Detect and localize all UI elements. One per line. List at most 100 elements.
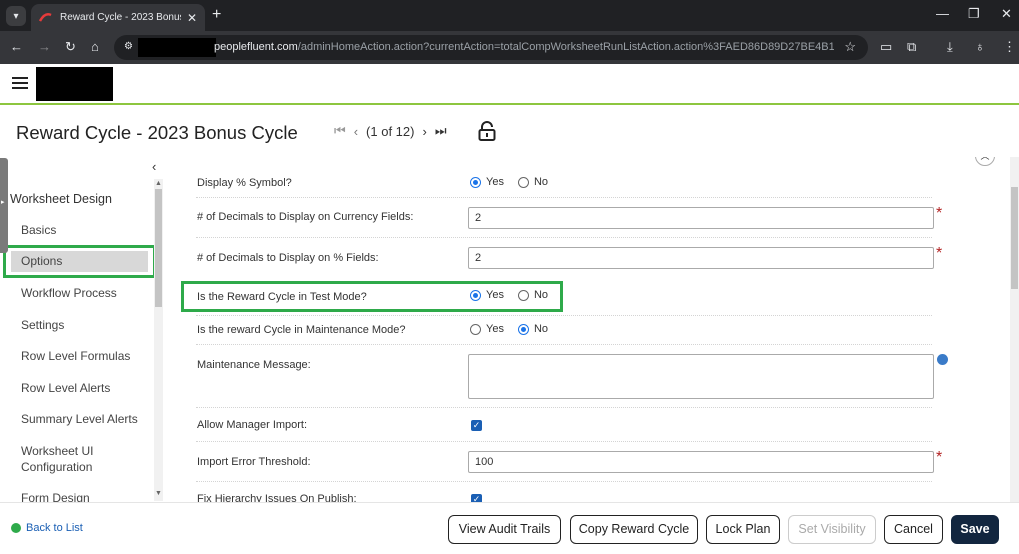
test-mode-no-radio[interactable] [517, 289, 529, 301]
next-record-icon[interactable]: › [422, 124, 426, 139]
title-bar: Reward Cycle - 2023 Bonus Cycle ⏮ ‹ (1 o… [0, 107, 1019, 157]
sidebar-item-options[interactable]: Options [21, 254, 62, 268]
address-bar[interactable]: ⚙ peoplefluent.com/adminHomeAction.actio… [114, 35, 868, 60]
sidebar-item-worksheet-ui-line2[interactable]: Configuration [21, 460, 92, 474]
browser-tabstrip: ▾ Reward Cycle - 2023 Bonus Cyc ✕ + — ❐ … [0, 0, 1019, 31]
sidebar-item-basics[interactable]: Basics [21, 223, 56, 237]
display-pct-no-radio[interactable] [517, 176, 529, 188]
redacted-block [138, 38, 216, 57]
sidebar-item-row-level-formulas[interactable]: Row Level Formulas [21, 349, 130, 363]
tab-close-icon[interactable]: ✕ [187, 11, 197, 25]
decimals-pct-input[interactable] [468, 247, 934, 269]
url-text: peoplefluent.com/adminHomeAction.action?… [214, 41, 834, 53]
sidebar-scrollbar[interactable]: ▲ ▼ [154, 179, 163, 501]
tab-search-icon[interactable]: ▾ [6, 6, 26, 26]
back-arrow-icon[interactable]: ← [10, 39, 23, 54]
sidebar-heading: Worksheet Design [10, 192, 112, 206]
required-marker: * [936, 205, 943, 222]
previous-record-icon[interactable]: ‹ [354, 124, 358, 139]
download-icon[interactable]: ⤓ [947, 39, 953, 55]
collapse-sidebar-icon[interactable]: ‹ [152, 159, 156, 174]
maintenance-message-label: Maintenance Message: [197, 359, 311, 371]
back-to-list-label: Back to List [26, 522, 83, 534]
browser-toolbar: ← → ↻ ⌂ ⚙ peoplefluent.com/adminHomeActi… [0, 31, 1019, 64]
test-mode-label: Is the Reward Cycle in Test Mode? [197, 291, 367, 303]
required-marker: * [936, 449, 943, 466]
test-mode-yes-radio[interactable] [470, 289, 481, 301]
new-tab-icon[interactable]: + [212, 6, 221, 24]
maintenance-mode-yes-label: Yes [486, 323, 504, 335]
unlock-icon[interactable] [478, 121, 496, 141]
options-form: ︿ Display % Symbol? Yes No # of Decimals… [164, 157, 1009, 502]
decimals-currency-label: # of Decimals to Display on Currency Fie… [197, 211, 414, 223]
reload-icon[interactable]: ↻ [65, 39, 76, 55]
tab-title: Reward Cycle - 2023 Bonus Cyc [60, 12, 181, 23]
sidebar-item-row-level-alerts[interactable]: Row Level Alerts [21, 381, 110, 395]
display-pct-no-label: No [533, 176, 549, 188]
close-window-icon[interactable]: ✕ [1001, 6, 1012, 22]
browser-tab[interactable]: Reward Cycle - 2023 Bonus Cyc ✕ [31, 4, 205, 31]
maintenance-mode-radios: Yes No [470, 323, 562, 335]
display-pct-yes-radio[interactable] [470, 176, 481, 188]
footer-bar: Back to List View Audit Trails Copy Rewa… [0, 502, 1019, 554]
restore-icon[interactable]: ❐ [968, 6, 980, 22]
sidebar-item-workflow-process[interactable]: Workflow Process [21, 286, 117, 300]
back-to-list-link[interactable]: Back to List [11, 522, 83, 534]
maintenance-mode-no-label: No [533, 323, 549, 335]
lock-plan-button[interactable]: Lock Plan [706, 515, 780, 544]
hamburger-menu-icon[interactable] [12, 77, 28, 89]
cancel-button[interactable]: Cancel [884, 515, 943, 544]
copy-reward-cycle-button[interactable]: Copy Reward Cycle [570, 515, 698, 544]
sidebar: ‹ Worksheet Design Basics Options Workfl… [0, 157, 164, 505]
logo [36, 67, 113, 101]
view-audit-trails-button[interactable]: View Audit Trails [448, 515, 561, 544]
test-mode-yes-label: Yes [486, 289, 504, 301]
extensions-icon[interactable]: ⧉ [907, 39, 916, 55]
site-info-icon[interactable]: ⚙ [124, 41, 136, 53]
app-header [0, 64, 1019, 105]
decimals-currency-input[interactable] [468, 207, 934, 229]
maintenance-mode-label: Is the reward Cycle in Maintenance Mode? [197, 324, 406, 336]
display-pct-radios: Yes No [470, 176, 562, 188]
maintenance-message-textarea[interactable] [468, 354, 934, 399]
pager-position: (1 of 12) [366, 123, 415, 139]
test-mode-no-label: No [533, 289, 549, 301]
sidebar-scroll-thumb[interactable] [155, 189, 162, 307]
set-visibility-button[interactable]: Set Visibility [788, 515, 876, 544]
menu-dots-icon[interactable]: ⋮ [1003, 39, 1016, 55]
bookmark-star-icon[interactable]: ☆ [844, 39, 856, 55]
globe-icon[interactable] [937, 354, 948, 365]
home-icon[interactable]: ⌂ [91, 39, 99, 54]
record-pager: ⏮ ‹ (1 of 12) › ⏭ [334, 123, 455, 139]
back-arrow-circle-icon [11, 523, 21, 533]
side-drawer-handle[interactable]: ▸ [0, 158, 8, 253]
main-scroll-thumb[interactable] [1011, 187, 1018, 289]
first-record-icon[interactable]: ⏮ [334, 123, 346, 139]
save-button[interactable]: Save [951, 515, 999, 544]
allow-manager-import-checkbox[interactable]: ✓ [471, 420, 482, 431]
decimals-pct-label: # of Decimals to Display on % Fields: [197, 252, 379, 264]
sidebar-item-worksheet-ui[interactable]: Worksheet UI [21, 444, 93, 458]
main-scrollbar[interactable] [1010, 157, 1019, 502]
import-error-threshold-input[interactable] [468, 451, 934, 473]
allow-manager-import-label: Allow Manager Import: [197, 419, 308, 431]
required-marker: * [936, 245, 943, 262]
fix-hierarchy-checkbox[interactable]: ✓ [471, 494, 482, 502]
cast-icon[interactable]: ▭ [880, 39, 892, 55]
scroll-up-icon[interactable]: ︿ [975, 157, 995, 166]
fix-hierarchy-label: Fix Hierarchy Issues On Publish: [197, 493, 357, 502]
forward-arrow-icon[interactable]: → [38, 39, 51, 54]
display-pct-label: Display % Symbol? [197, 177, 292, 189]
minimize-icon[interactable]: — [936, 6, 949, 21]
microphone-icon[interactable]: ♁ [975, 39, 985, 54]
maintenance-mode-yes-radio[interactable] [470, 323, 481, 335]
page-title: Reward Cycle - 2023 Bonus Cycle [16, 122, 298, 143]
maintenance-mode-no-radio[interactable] [517, 323, 529, 335]
favicon-icon [38, 11, 52, 24]
sidebar-item-summary-level-alerts[interactable]: Summary Level Alerts [21, 412, 138, 426]
test-mode-radios: Yes No [470, 289, 562, 301]
display-pct-yes-label: Yes [486, 176, 504, 188]
last-record-icon[interactable]: ⏭ [435, 123, 447, 139]
import-error-threshold-label: Import Error Threshold: [197, 456, 311, 468]
sidebar-item-settings[interactable]: Settings [21, 318, 64, 332]
